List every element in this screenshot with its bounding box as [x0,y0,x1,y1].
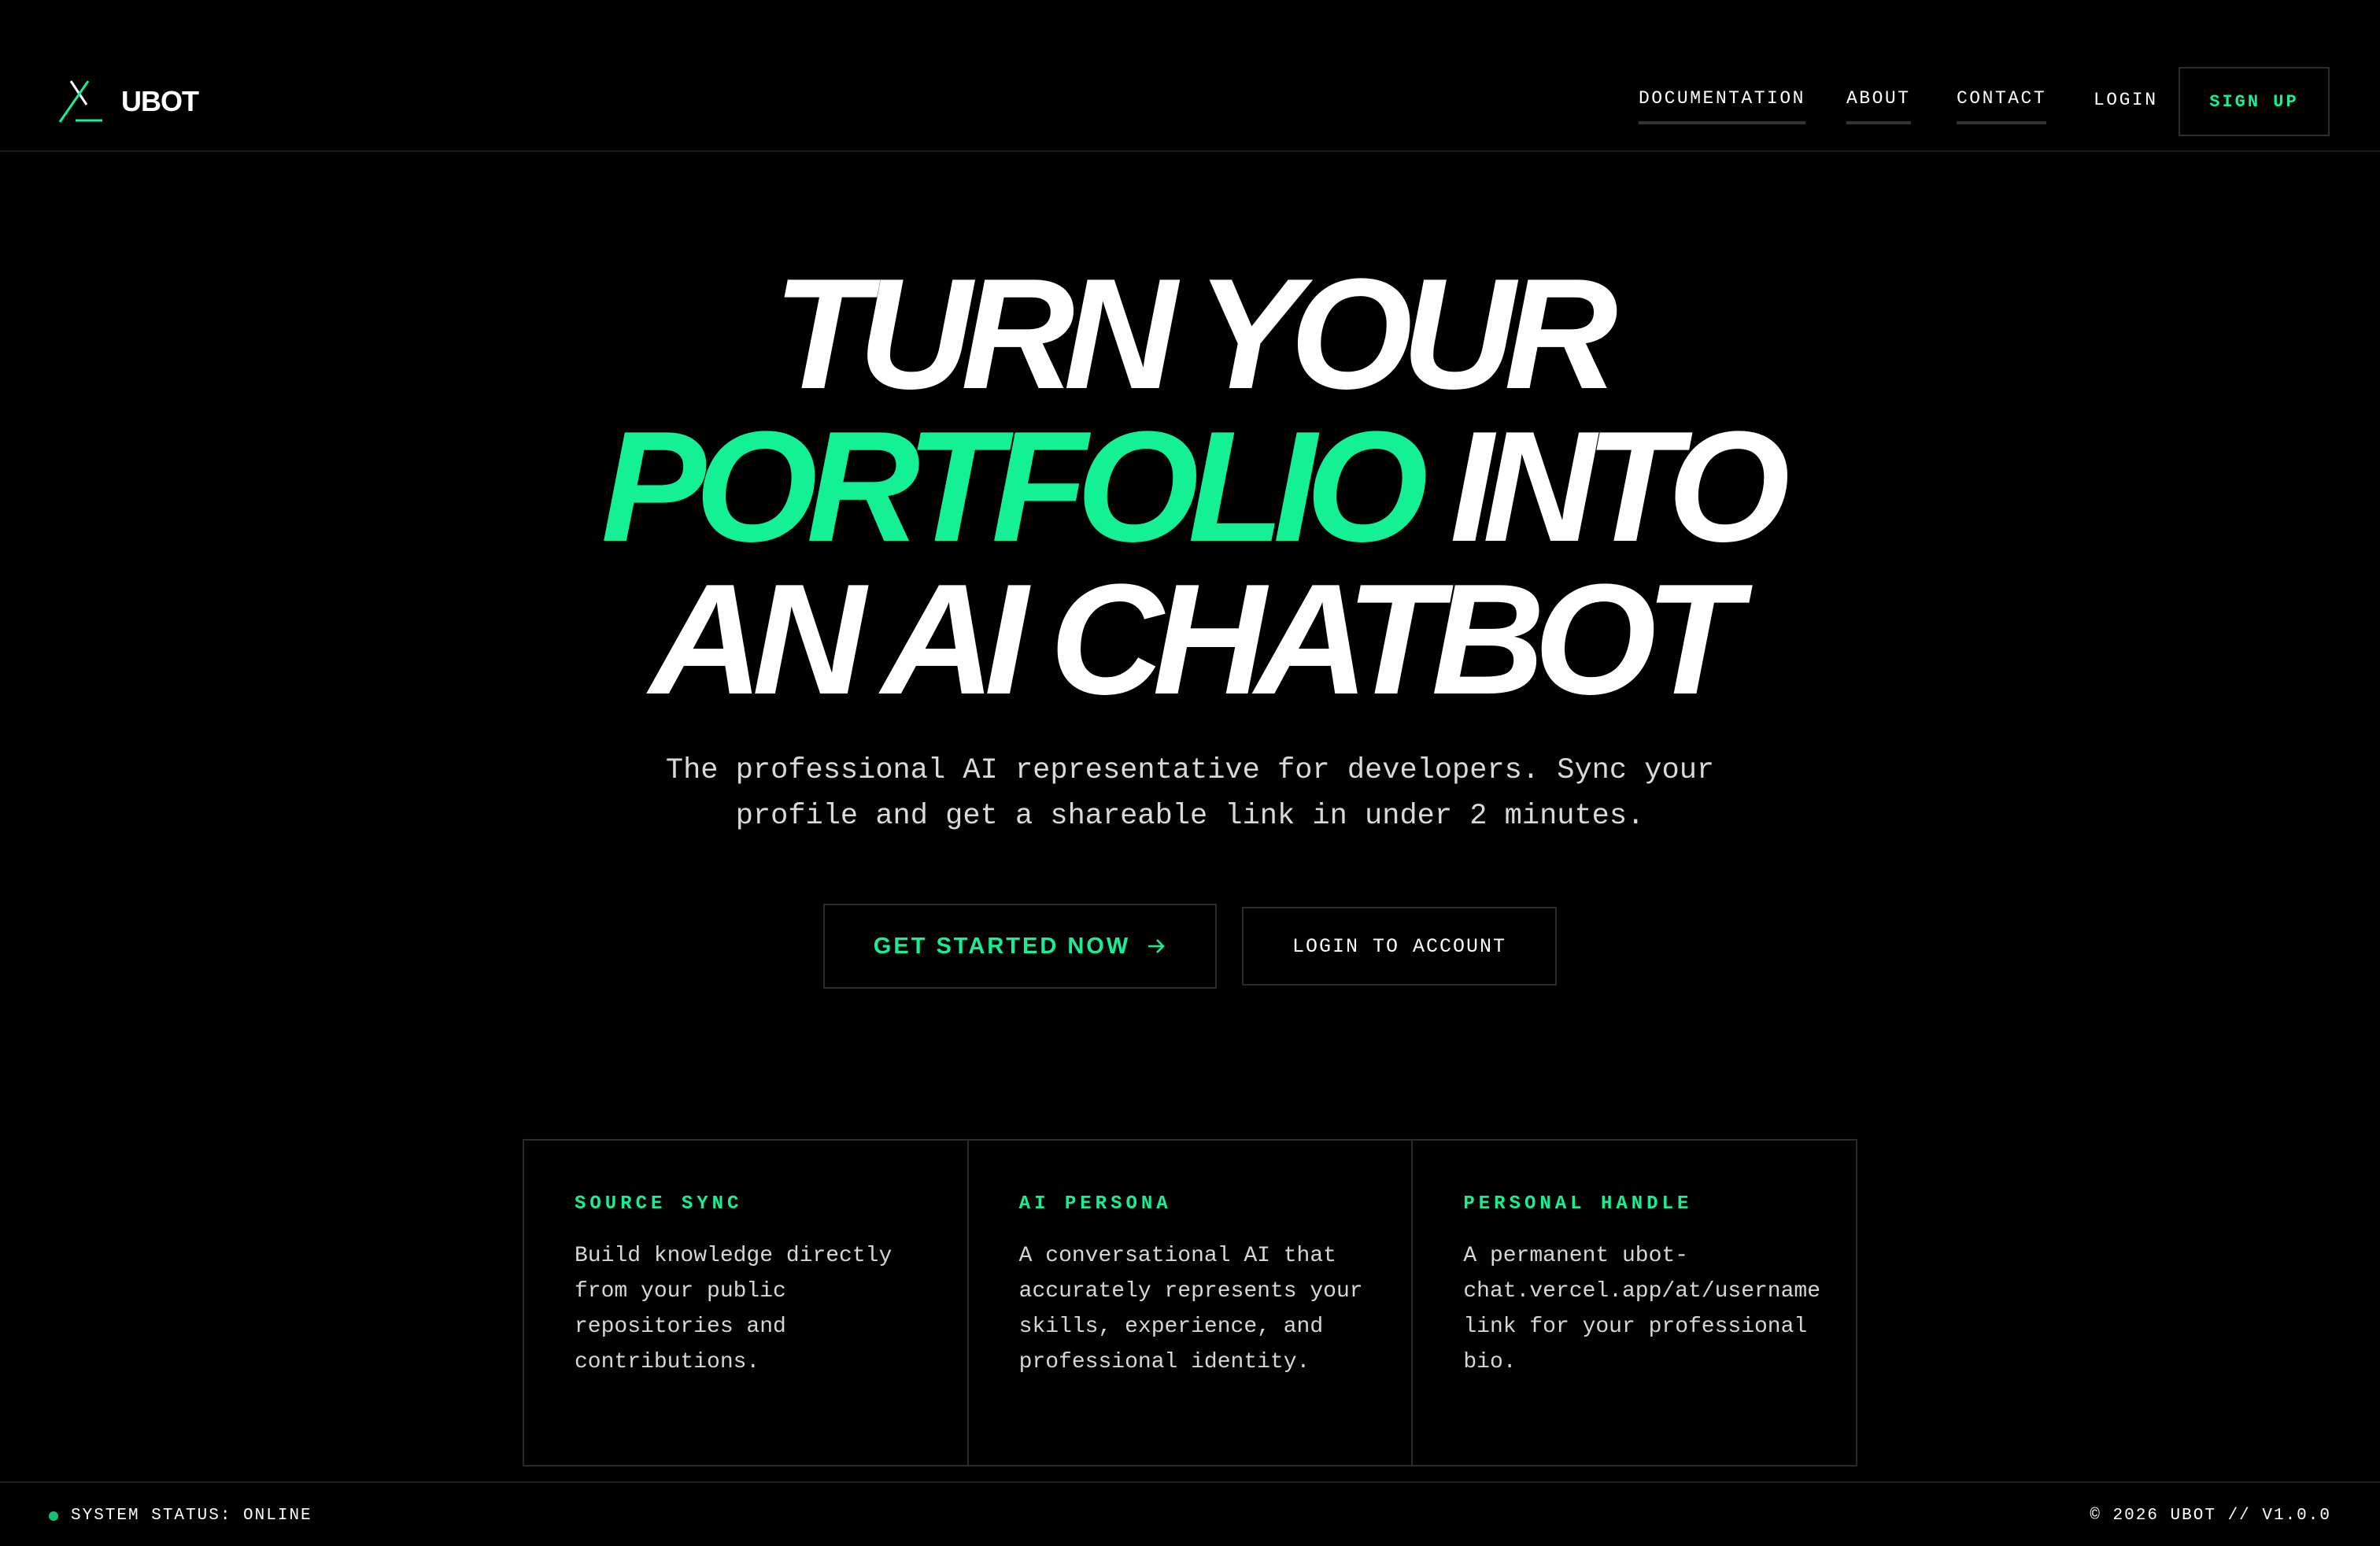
hero-line-2: PORTFOLIO INTO [0,409,2380,566]
feature-card-source-sync: SOURCE SYNC Build knowledge directly fro… [524,1141,969,1465]
hero-subtitle-line-1: The professional AI representative for d… [665,754,1715,787]
system-status: SYSTEM STATUS: ONLINE [49,1507,312,1525]
hero-accent-word: PORTFOLIO [601,399,1428,575]
nav-contact-link[interactable]: CONTACT [1957,85,2047,124]
feature-title: AI PERSONA [1018,1193,1172,1215]
nav-about-label: ABOUT [1846,88,1911,109]
hero-line-2-rest: INTO [1450,399,1790,575]
feature-card-personal-handle: PERSONAL HANDLE A permanent ubot-chat.ve… [1413,1141,1856,1465]
get-started-button[interactable]: GET STARTED NOW [823,904,1217,989]
sign-up-label: SIGN UP [2209,91,2299,112]
hero-subtitle-line-2: profile and get a shareable link in unde… [735,800,1645,833]
nav-login-label: LOGIN [2094,90,2158,110]
feature-description: A conversational AI that accurately repr… [1018,1244,1363,1374]
login-to-account-button[interactable]: LOGIN TO ACCOUNT [1242,907,1557,986]
feature-title: PERSONAL HANDLE [1463,1193,1693,1215]
feature-card-ai-persona: AI PERSONA A conversational AI that accu… [969,1141,1414,1465]
sign-up-button[interactable]: SIGN UP [2179,67,2330,136]
site-footer: SYSTEM STATUS: ONLINE © 2026 UBOT // V1.… [0,1481,2380,1546]
brand-name: UBOT [121,85,199,117]
arrow-right-icon [1148,939,1166,953]
feature-title: SOURCE SYNC [575,1193,743,1215]
site-header: UBOT DOCUMENTATION ABOUT CONTACT LOGIN S… [0,0,2380,152]
nav-documentation-label: DOCUMENTATION [1639,88,1805,109]
nav-documentation-link[interactable]: DOCUMENTATION [1639,85,1805,124]
hero-subtitle: The professional AI representative for d… [0,748,2380,839]
copyright-text: © 2026 UBOT // V1.0.0 [2090,1507,2331,1525]
hero-line-3: AN AI CHATBOT [649,552,1741,727]
feature-description: A permanent ubot-chat.vercel.app/at/user… [1463,1244,1821,1374]
brand-logo[interactable]: UBOT [58,79,199,124]
feature-description: Build knowledge directly from your publi… [575,1244,893,1374]
nav-underline [1957,121,2047,124]
nav-contact-label: CONTACT [1957,88,2047,109]
get-started-label: GET STARTED NOW [873,933,1131,959]
x-slash-logo-icon [58,80,102,123]
system-status-text: SYSTEM STATUS: ONLINE [71,1507,312,1525]
nav-login-link[interactable]: LOGIN [2094,87,2158,113]
login-to-account-label: LOGIN TO ACCOUNT [1292,934,1507,958]
hero-line-1: TURN YOUR [773,246,1617,422]
nav-underline [1846,121,1911,124]
nav-about-link[interactable]: ABOUT [1846,85,1911,124]
status-dot-icon [49,1511,58,1521]
nav-underline [1639,121,1805,124]
features-grid: SOURCE SYNC Build knowledge directly fro… [523,1139,1857,1466]
